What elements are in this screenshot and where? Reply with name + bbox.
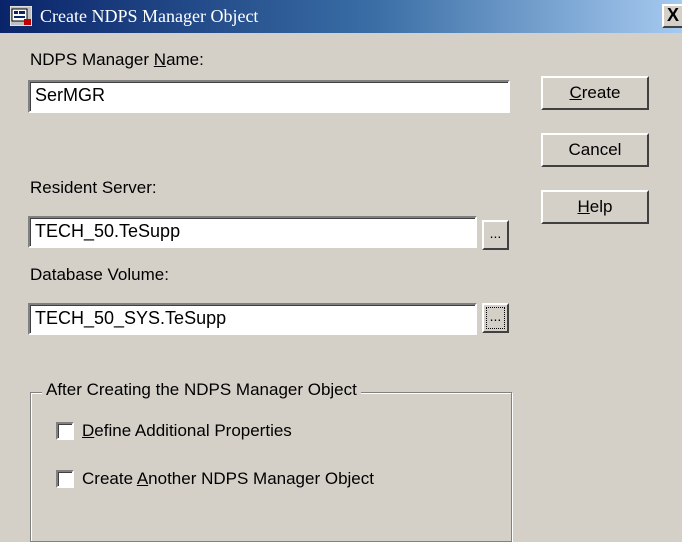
database-volume-input[interactable]: TECH_50_SYS.TeSupp	[28, 303, 477, 335]
create-another-checkbox[interactable]	[56, 469, 74, 488]
after-creating-legend: After Creating the NDPS Manager Object	[42, 380, 361, 400]
define-properties-checkbox-row[interactable]: Define Additional Properties	[56, 420, 292, 441]
database-volume-label: Database Volume:	[30, 265, 169, 284]
app-icon	[10, 6, 32, 26]
resident-server-label: Resident Server:	[30, 178, 157, 197]
define-properties-label: Define Additional Properties	[82, 420, 292, 440]
resident-server-browse-button[interactable]: ...	[482, 220, 509, 250]
database-volume-browse-button[interactable]: ...	[482, 303, 509, 333]
define-properties-checkbox[interactable]	[56, 421, 74, 440]
manager-name-label: NDPS Manager Name:	[30, 50, 204, 69]
help-button[interactable]: Help	[541, 190, 649, 224]
cancel-button[interactable]: Cancel	[541, 133, 649, 167]
close-icon: X	[667, 5, 680, 25]
create-button[interactable]: Create	[541, 76, 649, 110]
manager-name-input[interactable]: SerMGR	[28, 80, 510, 113]
resident-server-input[interactable]: TECH_50.TeSupp	[28, 216, 477, 248]
window-title: Create NDPS Manager Object	[40, 6, 259, 26]
after-creating-groupbox	[30, 392, 512, 542]
close-button[interactable]: X	[662, 4, 682, 28]
create-another-label: Create Another NDPS Manager Object	[82, 468, 374, 488]
title-bar: Create NDPS Manager Object X	[0, 0, 682, 33]
create-another-checkbox-row[interactable]: Create Another NDPS Manager Object	[56, 468, 374, 489]
